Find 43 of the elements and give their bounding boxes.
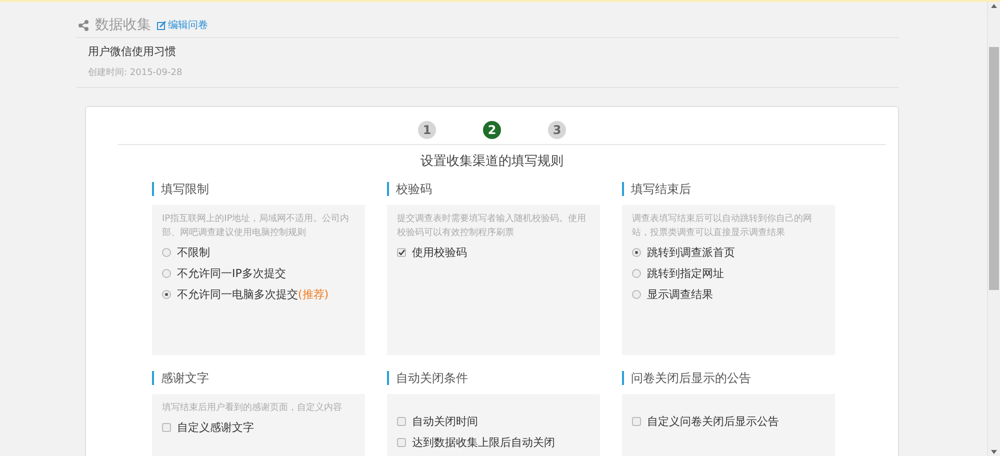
section-description: 提交调查表时需要填写者输入随机校验码。使用校验码可以有效控制程序刷票 bbox=[397, 212, 587, 240]
section-title: 感谢文字 bbox=[161, 371, 209, 385]
page-title: 数据收集 bbox=[95, 16, 151, 34]
radio-button[interactable] bbox=[162, 269, 171, 278]
share-icon bbox=[78, 20, 89, 30]
section-description: IP指互联网上的IP地址，局域网不适用。公司内部、网吧调查建议使用电脑控制规则 bbox=[162, 212, 350, 240]
checkbox[interactable] bbox=[397, 438, 406, 447]
radio-button[interactable] bbox=[632, 269, 641, 278]
survey-name: 用户微信使用习惯 bbox=[88, 45, 176, 58]
step-indicator[interactable]: 2 bbox=[483, 121, 501, 139]
option-label: 自动关闭时间 bbox=[412, 414, 478, 429]
section-description: 调查表填写结束后可以自动跳转到你自己的网站，投票类调查可以直接显示调查结果 bbox=[632, 212, 813, 240]
radio-button[interactable] bbox=[632, 248, 641, 257]
checkbox[interactable] bbox=[162, 423, 171, 432]
option-label: 达到数据收集上限后自动关闭 bbox=[412, 435, 555, 450]
section-title: 自动关闭条件 bbox=[396, 371, 468, 385]
option-label: 不允许同一IP多次提交 bbox=[177, 266, 286, 281]
edit-link[interactable]: 编辑问卷 bbox=[157, 18, 208, 32]
option-label: 使用校验码 bbox=[412, 245, 467, 260]
step-indicator[interactable]: 1 bbox=[418, 121, 436, 139]
option-label: 跳转到调查派首页 bbox=[647, 245, 735, 260]
section-title: 填写限制 bbox=[161, 182, 209, 196]
option-label: 自定义问卷关闭后显示公告 bbox=[647, 414, 779, 429]
option-label: 自定义感谢文字 bbox=[177, 420, 254, 435]
radio-button[interactable] bbox=[162, 248, 171, 257]
step-title: 设置收集渠道的填写规则 bbox=[420, 154, 564, 169]
section-title: 填写结束后 bbox=[631, 182, 691, 196]
radio-button[interactable] bbox=[162, 290, 171, 299]
section-title: 校验码 bbox=[396, 182, 432, 196]
section-description: 填写结束后用户看到的感谢页面，自定义内容 bbox=[162, 402, 343, 415]
option-label: 跳转到指定网址 bbox=[647, 266, 724, 281]
edit-icon bbox=[157, 20, 166, 30]
checkbox[interactable] bbox=[632, 417, 641, 426]
checkbox[interactable] bbox=[397, 417, 406, 426]
option-label: 显示调查结果 bbox=[647, 287, 713, 302]
option-label: 不允许同一电脑多次提交(推荐) bbox=[177, 287, 329, 302]
section-title: 问卷关闭后显示的公告 bbox=[631, 371, 751, 385]
created-date: 创建时间: 2015-09-28 bbox=[88, 68, 182, 78]
scrollbar-drawing[interactable] bbox=[988, 2, 1000, 456]
radio-button[interactable] bbox=[632, 290, 641, 299]
checkbox[interactable] bbox=[397, 248, 406, 257]
step-indicator[interactable]: 3 bbox=[548, 121, 566, 139]
option-label: 不限制 bbox=[177, 245, 210, 260]
